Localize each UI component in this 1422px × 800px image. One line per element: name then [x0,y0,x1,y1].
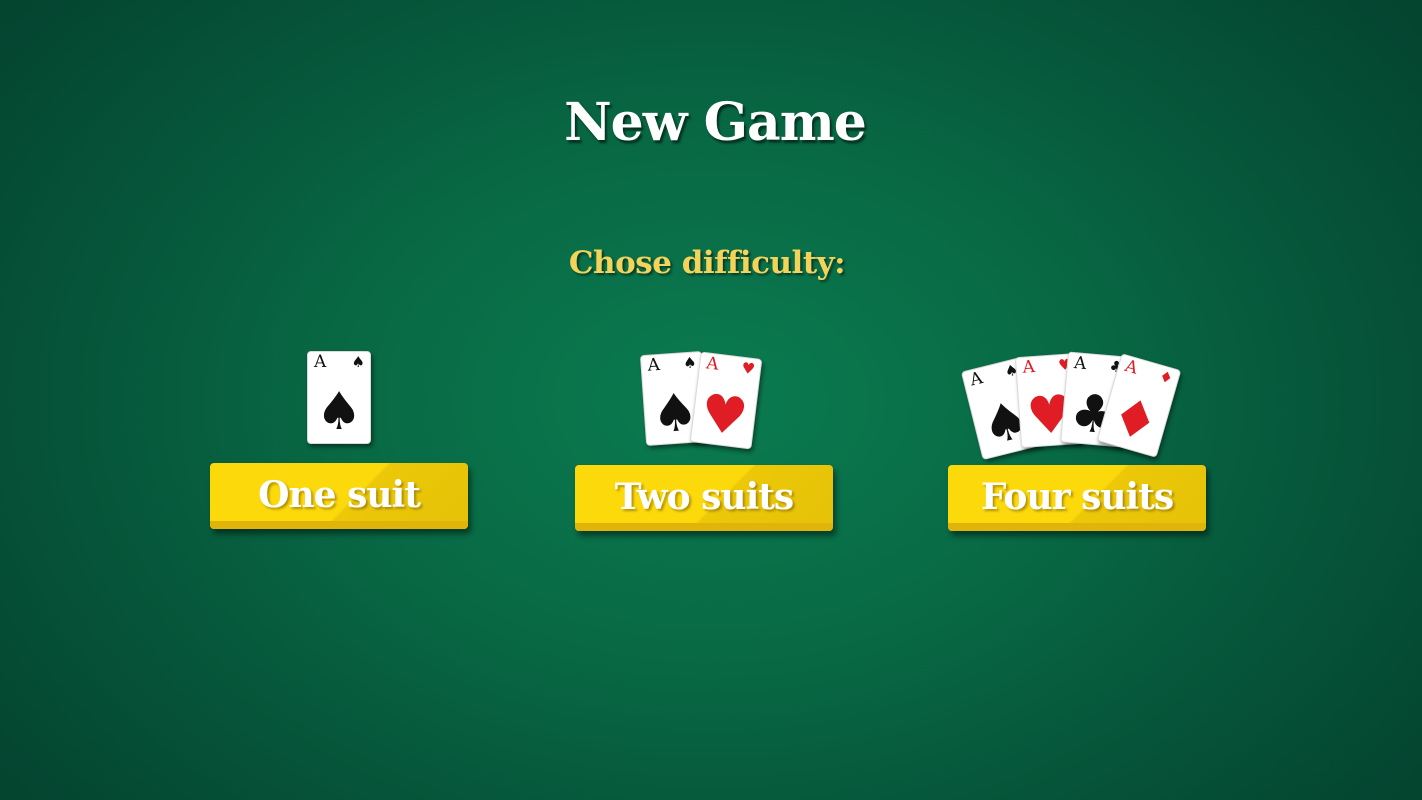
two-suits-button[interactable]: Two suits [575,465,833,531]
one-suit-label: One suit [258,474,421,516]
diamond-icon: ♦ [1157,366,1176,388]
card-rank: A [1073,353,1088,375]
spade-icon: ♠ [351,353,365,371]
button-bevel [210,521,468,529]
one-suit-button[interactable]: One suit [210,463,468,529]
four-suits-button[interactable]: Four suits [948,465,1206,531]
spade-icon: ♠ [682,353,698,373]
card-rank: A [705,353,720,375]
four-suits-label: Four suits [980,476,1174,518]
card-fan: A ♠ ♠ A ♥ ♥ [575,345,833,455]
heart-icon: ♥ [697,383,751,449]
ace-of-spades-card: A ♠ ♠ [307,351,371,444]
button-bevel [948,523,1206,531]
card-fan: A ♠ ♠ [210,345,468,455]
button-bevel [575,523,833,531]
two-suits-label: Two suits [614,476,794,518]
card-fan: A ♠ ♠ A ♥ ♥ A ♣ ♣ A ♦ ♦ [948,345,1206,461]
difficulty-prompt: Chose difficulty: [568,245,846,281]
card-rank: A [314,352,327,372]
card-rank: A [1122,356,1141,379]
ace-of-hearts-card: A ♥ ♥ [689,351,763,450]
option-one-suit: A ♠ ♠ One suit [210,345,468,529]
card-rank: A [1021,356,1036,378]
option-two-suits: A ♠ ♠ A ♥ ♥ Two suits [575,345,833,531]
spade-icon: ♠ [315,382,363,442]
diamond-icon: ♦ [1104,385,1166,456]
card-rank: A [646,354,661,376]
option-four-suits: A ♠ ♠ A ♥ ♥ A ♣ ♣ A ♦ ♦ Four suits [948,345,1206,531]
page-title: New Game [564,92,867,153]
card-rank: A [967,368,985,391]
heart-icon: ♥ [740,358,757,379]
